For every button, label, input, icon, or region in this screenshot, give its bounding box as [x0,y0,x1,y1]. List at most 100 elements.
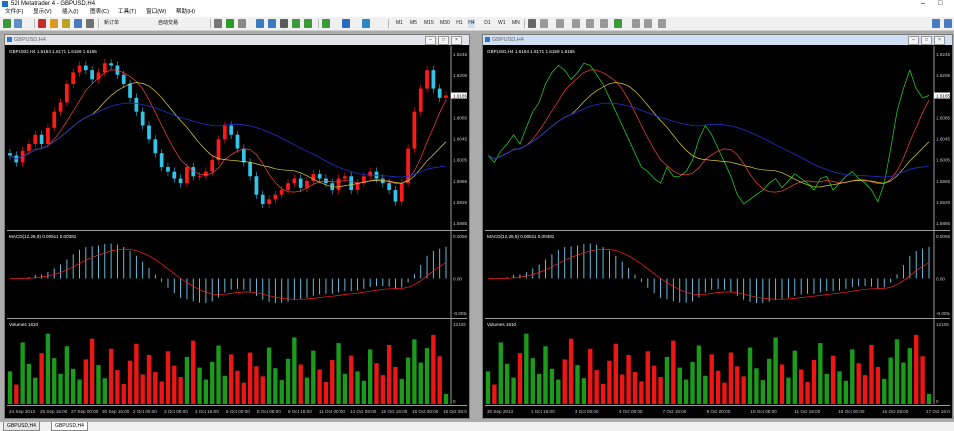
volume-bar [20,342,25,404]
terminal-icon[interactable] [74,19,82,28]
window-minimize-button[interactable]: – [425,36,436,45]
indicators-icon[interactable] [322,19,330,28]
minimize-icon[interactable]: – [921,0,925,8]
profiles-icon[interactable] [14,19,22,28]
auto-trading-button[interactable]: 自动交易 [156,19,180,28]
window-maximize-button[interactable]: □ [438,36,449,45]
time-tick-label: 3 Oct 00:00 [575,409,599,414]
window-minimize-button[interactable]: – [908,36,919,45]
menu-bar: 文件(F) 显示(V) 插入(I) 图表(C) 工具(T) 窗口(W) 帮助(H… [0,8,954,17]
chart-shift-icon[interactable] [304,19,312,28]
horizontal-line-icon[interactable] [572,19,580,28]
community-icon[interactable] [944,19,952,28]
volume-bar [330,360,335,404]
trendline-icon[interactable] [586,19,594,28]
line-chart[interactable]: GBPUSD,H4 1.6164 1.6171 1.6159 1.6165 1.6… [485,46,950,416]
cursor-icon[interactable] [528,19,536,28]
volume-bar [715,370,721,404]
label-tool-icon[interactable] [644,19,652,28]
volume-bar [14,384,19,404]
crosshair-icon[interactable] [540,19,548,28]
text-tool-icon[interactable] [632,19,640,28]
zoom-out-icon[interactable] [268,19,276,28]
timeframe-d1[interactable]: D1 [484,19,491,28]
metatrader-icon [2,1,8,7]
volume-tick-label: 0 [936,399,939,404]
volume-bar [645,351,650,404]
chart-tab-1[interactable]: GBPUSD,H4 [3,422,40,431]
volume-bar [926,393,932,404]
chart-window-right[interactable]: GBPUSD,H4 – □ × GBPUSD,H4 1.6164 1.6171 … [482,34,953,419]
candle-body [241,148,246,163]
menu-chart[interactable]: 图表(C) [90,8,109,17]
window-close-button[interactable]: × [934,36,945,45]
window-maximize-button[interactable]: □ [921,36,932,45]
menu-view[interactable]: 显示(V) [33,8,52,17]
volume-bar [620,374,625,404]
data-window-icon[interactable] [50,19,58,28]
auto-scroll-icon[interactable] [292,19,300,28]
menu-insert[interactable]: 插入(I) [62,8,78,17]
menu-tools[interactable]: 工具(T) [118,8,136,17]
volume-bar [260,376,265,404]
navigator-icon[interactable] [62,19,70,28]
volume-bar [747,347,753,404]
price-tick-label: 1.5925 [936,200,950,205]
new-chart-icon[interactable] [3,19,11,28]
volume-bar [581,378,587,404]
line-chart-icon[interactable] [238,19,246,28]
window-close-button[interactable]: × [451,36,462,45]
templates-icon[interactable] [362,19,370,28]
candle-body [393,190,398,202]
channel-icon[interactable] [600,19,608,28]
volume-bar [33,377,38,404]
volume-bar [651,365,657,404]
volume-bar [298,364,303,404]
timeframe-mn[interactable]: MN [512,19,520,28]
volume-bar [178,377,183,404]
candle-body [444,95,448,98]
menu-help[interactable]: 帮助(H) [176,8,195,17]
menu-file[interactable]: 文件(F) [5,8,23,17]
timeframe-m1[interactable]: M1 [396,19,403,28]
candle-body [33,134,38,144]
timeframe-m15[interactable]: M15 [424,19,434,28]
timeframe-h1[interactable]: H1 [456,19,463,28]
candlestick-icon[interactable] [226,19,234,28]
chart-window-left[interactable]: GBPUSD,H4 – □ × GBPUSD,H4 1.6164 1.6171 … [4,34,470,419]
volume-bar [894,339,900,404]
volume-bar [254,366,259,404]
volume-bar [850,349,855,404]
volume-bar [134,343,139,404]
tile-windows-icon[interactable] [280,19,288,28]
timeframe-m5[interactable]: M5 [410,19,417,28]
tester-icon[interactable] [86,19,94,28]
volume-bar [349,355,354,404]
candlestick-chart[interactable]: GBPUSD,H4 1.6164 1.6171 1.6159 1.6165 1.6… [7,46,467,416]
candle-body [172,171,177,179]
volume-bar [830,355,836,404]
new-order-button[interactable]: 新订单 [102,19,121,28]
menu-window[interactable]: 窗口(W) [146,8,166,17]
restore-icon[interactable]: □ [938,0,942,8]
vertical-line-icon[interactable] [556,19,564,28]
chart-tab-2[interactable]: GBPUSD,H4 [51,422,88,431]
periods-icon[interactable] [342,19,350,28]
chart-window-right-titlebar[interactable]: GBPUSD,H4 – □ × [483,35,952,45]
timeframe-w1[interactable]: W1 [498,19,506,28]
timeframe-h4[interactable]: H4 [468,19,475,28]
volume-bar [664,356,670,404]
zoom-in-icon[interactable] [256,19,264,28]
search-icon[interactable] [932,19,940,28]
chart-window-left-titlebar[interactable]: GBPUSD,H4 – □ × [5,35,469,45]
market-watch-icon[interactable] [38,19,46,28]
candle-body [267,199,271,204]
macd-tick-label: -0.00543 [453,311,467,316]
time-tick-label: 15 Oct 16:00 [381,409,408,414]
candle-body [52,111,57,128]
time-tick-label: 8 Oct 08:00 [257,409,281,414]
timeframe-m30[interactable]: M30 [440,19,450,28]
arrows-tool-icon[interactable] [658,19,666,28]
bar-chart-icon[interactable] [214,19,222,28]
fibonacci-icon[interactable] [614,19,622,28]
